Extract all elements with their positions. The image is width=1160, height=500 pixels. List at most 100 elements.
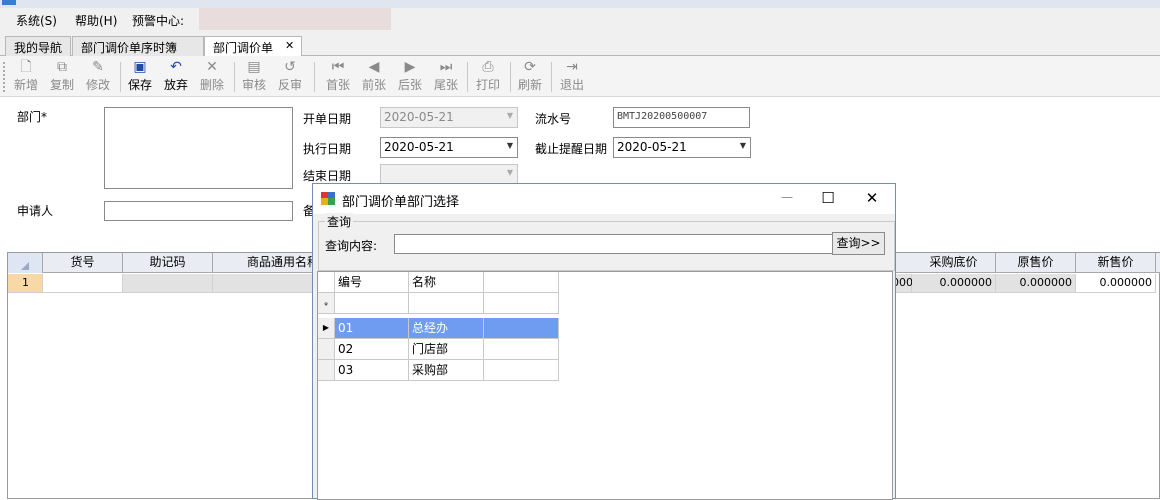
select-all-icon — [21, 262, 29, 270]
deadline-value: 2020-05-21 — [617, 140, 687, 154]
col-header-code[interactable]: 编号 — [335, 272, 409, 293]
row-indicator — [318, 360, 335, 381]
dept-name-cell[interactable]: 总经办 — [409, 318, 484, 339]
dept-field[interactable] — [104, 107, 293, 189]
close-icon[interactable]: ✕ — [862, 189, 882, 207]
alert-center-label[interactable]: 预警中心: — [132, 12, 184, 29]
end-date-picker[interactable]: ▼ — [380, 164, 518, 184]
first-icon: ⏮ — [331, 59, 345, 75]
filter-code-cell[interactable] — [335, 293, 409, 314]
exec-date-value: 2020-05-21 — [384, 140, 454, 154]
col-header-extra — [484, 272, 559, 293]
applicant-field[interactable] — [104, 201, 293, 221]
exec-date-label: 执行日期 — [303, 142, 352, 156]
open-date-picker[interactable]: 2020-05-21 ▼ — [380, 107, 518, 128]
query-input[interactable] — [394, 234, 834, 254]
dept-extra-cell[interactable] — [484, 360, 559, 381]
refresh-label: 刷新 — [517, 78, 542, 92]
item-no-cell[interactable] — [43, 274, 123, 293]
col-header-original-price[interactable]: 原售价 — [996, 253, 1076, 273]
toolbar-separator — [314, 62, 315, 92]
toolbar: 🗋 新增 ⧉ 复制 ✎ 修改 ▣ 保存 ↶ 放弃 ✕ 删除 ▤ 审核 ↺ 反审 ⏮ 首张 ◀ 前张 … — [0, 56, 1160, 97]
dept-name-cell[interactable]: 门店部 — [409, 339, 484, 360]
minimize-icon[interactable]: — — [777, 190, 797, 204]
tab-close-icon[interactable]: ✕ — [285, 39, 294, 52]
unapprove-label: 反审 — [277, 78, 302, 92]
edit-label: 修改 — [85, 78, 110, 92]
dept-extra-cell[interactable] — [484, 318, 559, 339]
menu-system[interactable]: 系统(S) — [16, 12, 57, 29]
exec-date-picker[interactable]: 2020-05-21 ▼ — [380, 137, 518, 158]
unapprove-button[interactable]: ↺ 反审 — [273, 58, 307, 94]
open-date-value: 2020-05-21 — [384, 110, 454, 124]
next-button[interactable]: ▶ 后张 — [393, 58, 427, 94]
exit-button[interactable]: ⇥ 退出 — [555, 58, 589, 94]
dept-code-cell[interactable]: 03 — [335, 360, 409, 381]
prev-button[interactable]: ◀ 前张 — [357, 58, 391, 94]
maximize-icon[interactable]: ☐ — [818, 189, 838, 207]
first-button[interactable]: ⏮ 首张 — [321, 58, 355, 94]
open-date-label: 开单日期 — [303, 112, 352, 126]
delete-button[interactable]: ✕ 删除 — [195, 58, 229, 94]
new-label: 新增 — [13, 78, 38, 92]
tab-label: 部门调价单 — [213, 41, 274, 55]
product-name-cell[interactable] — [213, 274, 313, 293]
refresh-icon: ⟳ — [524, 59, 536, 75]
col-header-item-no[interactable]: 货号 — [43, 253, 123, 273]
copy-button[interactable]: ⧉ 复制 — [45, 58, 79, 94]
deadline-date-picker[interactable]: 2020-05-21 ▼ — [613, 137, 751, 158]
approve-button[interactable]: ▤ 审核 — [237, 58, 271, 94]
filter-extra-cell[interactable] — [484, 293, 559, 314]
last-label: 尾张 — [433, 78, 458, 92]
query-group-label: 查询 — [325, 213, 354, 230]
dept-results-grid[interactable]: 编号 名称 ᵩ ▶ 01 总经办 02 门店部 03 采购部 — [317, 271, 893, 500]
unapprove-icon: ↺ — [284, 59, 296, 75]
tab-dept-price-list[interactable]: 部门调价单序时簿 — [72, 36, 204, 56]
save-button[interactable]: ▣ 保存 — [123, 58, 157, 94]
edit-icon: ✎ — [92, 59, 104, 75]
tab-dept-price-order[interactable]: 部门调价单 ✕ — [204, 36, 302, 57]
edit-button[interactable]: ✎ 修改 — [81, 58, 115, 94]
original-price-cell[interactable]: 0.000000 — [996, 274, 1076, 293]
exit-icon: ⇥ — [566, 59, 578, 75]
query-group: 查询 查询内容: 查询>> — [318, 213, 895, 271]
last-button[interactable]: ⏭ 尾张 — [429, 58, 463, 94]
mnemonic-cell[interactable] — [123, 274, 213, 293]
results-corner — [318, 272, 335, 293]
dept-extra-cell[interactable] — [484, 339, 559, 360]
row-number-cell[interactable]: 1 — [8, 274, 43, 293]
query-content-label: 查询内容: — [325, 239, 378, 253]
prev-label: 前张 — [361, 78, 386, 92]
col-header-name[interactable]: 名称 — [409, 272, 484, 293]
filter-name-cell[interactable] — [409, 293, 484, 314]
dialog-titlebar[interactable]: 部门调价单部门选择 — ☐ ✕ — [313, 184, 895, 214]
chevron-down-icon: ▼ — [506, 141, 513, 150]
print-button[interactable]: ⎙ 打印 — [471, 58, 505, 94]
chevron-down-icon: ▼ — [506, 168, 513, 177]
dept-code-cell[interactable]: 02 — [335, 339, 409, 360]
dept-name-cell[interactable]: 采购部 — [409, 360, 484, 381]
filter-icon: ᵩ — [324, 298, 328, 307]
copy-icon: ⧉ — [57, 59, 67, 75]
app-icon — [2, 0, 16, 5]
serial-field[interactable]: BMTJ20200500007 — [613, 107, 750, 128]
grid-corner[interactable] — [8, 253, 43, 273]
new-price-cell[interactable]: 0.000000 — [1076, 274, 1156, 293]
next-label: 后张 — [397, 78, 422, 92]
new-button[interactable]: 🗋 新增 — [9, 58, 43, 94]
menu-help[interactable]: 帮助(H) — [75, 12, 117, 29]
toolbar-separator — [510, 62, 511, 92]
query-button[interactable]: 查询>> — [832, 232, 885, 255]
discard-button[interactable]: ↶ 放弃 — [159, 58, 193, 94]
dept-code-cell[interactable]: 01 — [335, 318, 409, 339]
col-header-new-price[interactable]: 新售价 — [1076, 253, 1156, 273]
save-label: 保存 — [127, 78, 152, 92]
delete-label: 删除 — [199, 78, 224, 92]
purchase-base-price-cell[interactable]: 0.000000 — [912, 274, 996, 293]
deadline-label: 截止提醒日期 — [535, 142, 608, 156]
tab-my-navigation[interactable]: 我的导航 — [5, 36, 71, 56]
refresh-button[interactable]: ⟳ 刷新 — [513, 58, 547, 94]
col-header-purchase-base-price[interactable]: 采购底价 — [912, 253, 996, 273]
window-title-strip — [0, 0, 1160, 8]
col-header-mnemonic[interactable]: 助记码 — [123, 253, 213, 273]
